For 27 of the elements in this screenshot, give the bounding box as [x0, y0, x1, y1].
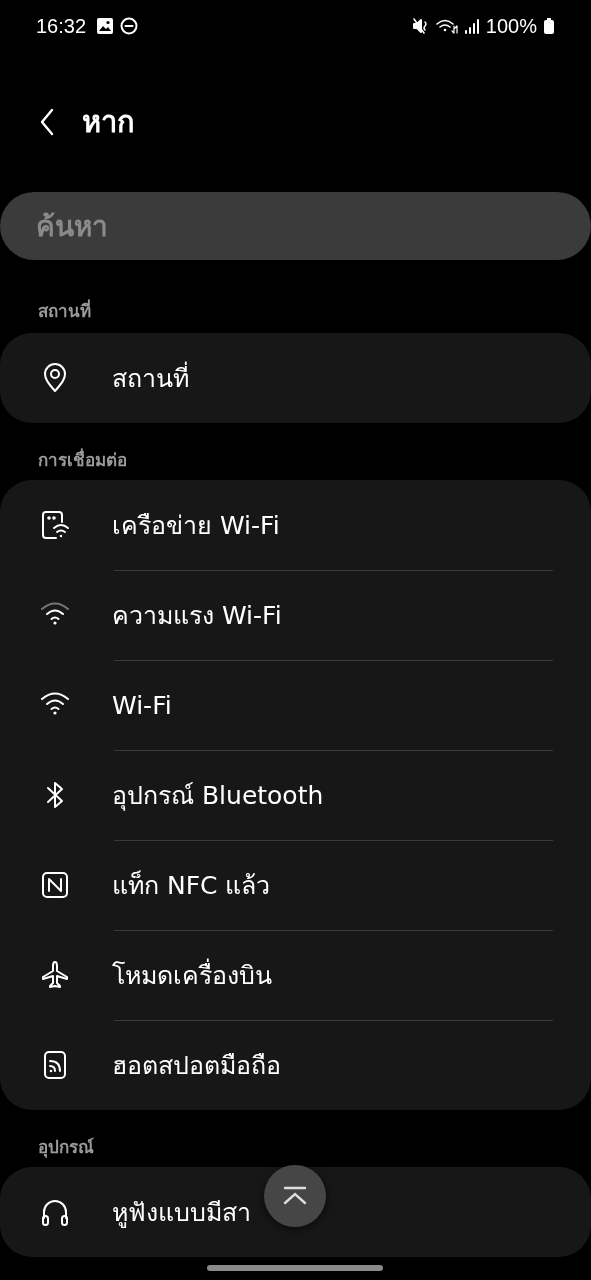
settings-item[interactable]: อุปกรณ์ Bluetooth [0, 750, 591, 840]
section-header: การเชื่อมต่อ [37, 447, 128, 472]
scroll-top-icon [282, 1186, 308, 1206]
settings-item[interactable]: เครือข่าย Wi-Fi [0, 480, 591, 570]
clock-time: 16:32 [36, 14, 87, 38]
battery-percent: 100% [485, 14, 537, 38]
settings-item[interactable]: ฮอตสปอตมือถือ [0, 1020, 591, 1110]
back-button[interactable] [40, 108, 54, 136]
image-icon [96, 17, 115, 35]
do-not-disturb-icon [120, 17, 139, 35]
search-field[interactable]: ค้นหา [0, 192, 591, 260]
phone-wifi-icon [39, 509, 71, 541]
settings-item[interactable]: แท็ก NFC แล้ว [0, 840, 591, 930]
signal-icon [463, 17, 480, 35]
wifi-data-icon [435, 17, 458, 35]
settings-item[interactable]: สถานที่ [0, 333, 591, 423]
settings-item[interactable]: Wi-Fi [0, 660, 591, 750]
nfc-icon [39, 869, 71, 901]
section-header: อุปกรณ์ [37, 1136, 95, 1160]
airplane-icon [39, 959, 71, 991]
battery-icon [543, 17, 555, 35]
section-header: สถานที่ [37, 298, 92, 323]
page-title: หาก [82, 104, 135, 141]
mute-icon [411, 17, 430, 35]
settings-item[interactable]: ความแรง Wi-Fi [0, 570, 591, 660]
settings-item[interactable]: โหมดเครื่องบิน [0, 930, 591, 1020]
settings-item[interactable]: หูฟังแบบมีสา [0, 1167, 591, 1257]
